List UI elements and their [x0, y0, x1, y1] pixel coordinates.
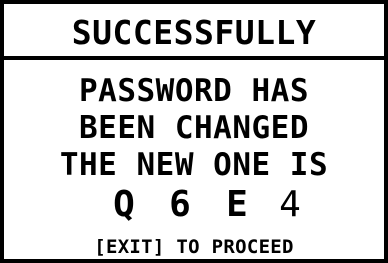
- message-line-3: THE NEW ONE IS: [60, 147, 328, 183]
- message-line-2: BEEN CHANGED: [79, 110, 309, 146]
- exit-hint: [EXIT] TO PROCEED: [94, 236, 294, 258]
- code-char-2: 6: [169, 184, 191, 225]
- code-char-4: 4: [279, 184, 301, 225]
- code-char-1: Q: [113, 184, 135, 225]
- lcd-screen: SUCCESSFULLY PASSWORD HAS BEEN CHANGED T…: [0, 0, 388, 263]
- code-char-3: E: [226, 184, 248, 225]
- message-line-1: PASSWORD HAS: [79, 73, 309, 109]
- dialog-title: SUCCESSFULLY: [72, 13, 316, 52]
